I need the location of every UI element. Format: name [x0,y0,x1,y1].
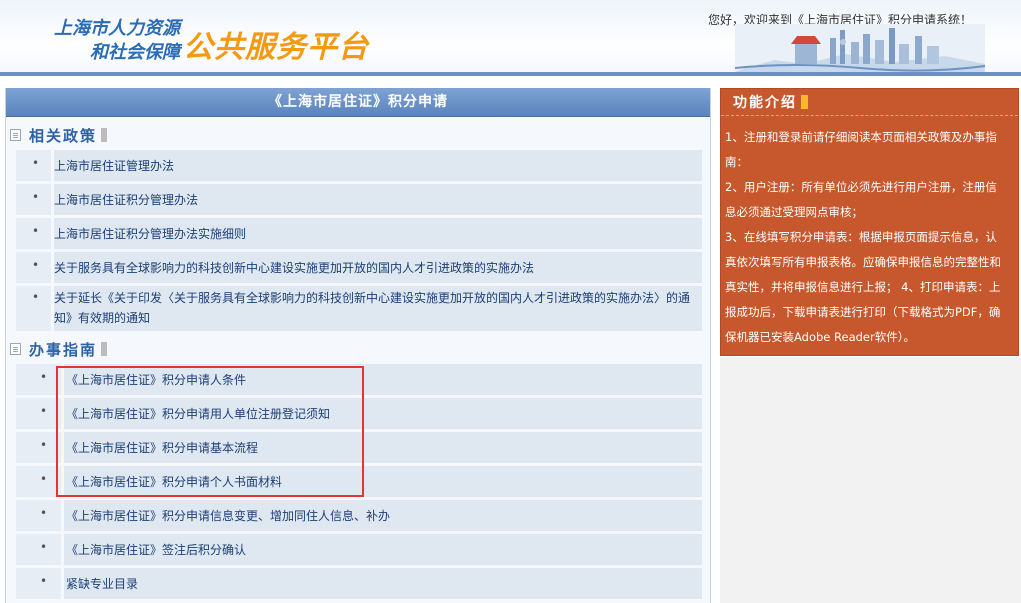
main-panel: 《上海市居住证》积分申请 相关政策 • 上海市居住证管理办法 • 上海市居住证积… [5,88,711,603]
list-item[interactable]: • 紧缺专业目录 [16,568,702,600]
bullet-icon: • [32,258,40,272]
intro-line: 报成功后，下载申请表进行打印（下载格式为PDF，确 [725,305,1001,319]
intro-line: 保机器已安装Adobe Reader软件）。 [725,330,915,344]
header-divider [0,72,1021,76]
policy-section-title: 相关政策 [29,126,98,145]
section-marker [101,128,108,142]
policy-link-continued[interactable]: 知》有效期的通知 [54,308,150,328]
feature-intro-panel: 功能介绍 1、注册和登录前请仔细阅读本页面相关政策及办事指 南： 2、用户注册：… [720,88,1019,356]
policy-link[interactable]: 上海市居住证管理办法 [54,156,174,176]
guide-section-title: 办事指南 [29,340,98,359]
bullet-icon: • [40,404,48,418]
section-marker [801,95,808,109]
intro-line: 南： [725,155,748,169]
bullet-icon: • [32,156,40,170]
list-item[interactable]: • 上海市居住证积分管理办法实施细则 [16,218,702,250]
bullet-icon: • [32,290,40,304]
feature-intro-body: 1、注册和登录前请仔细阅读本页面相关政策及办事指 南： 2、用户注册：所有单位必… [725,125,1017,350]
intro-line: 2、用户注册：所有单位必须先进行用户注册，注册信 [725,180,997,194]
guide-link[interactable]: 《上海市居住证》积分申请信息变更、增加同住人信息、补办 [66,506,390,526]
list-item[interactable]: • 关于延长《关于印发〈关于服务具有全球影响力的科技创新中心建设实施更加开放的国… [16,286,702,332]
shanghai-skyline-icon [735,24,985,72]
bullet-icon: • [32,224,40,238]
list-item[interactable]: • 上海市居住证管理办法 [16,150,702,182]
policy-link[interactable]: 关于延长《关于印发〈关于服务具有全球影响力的科技创新中心建设实施更加开放的国内人… [54,288,690,308]
right-empty-area [720,357,1021,603]
document-icon [10,129,21,141]
intro-line: 真依次填写所有申报表格。应确保申报信息的完整性和 [725,255,1001,269]
bullet-icon: • [40,370,48,384]
logo-main-text: 公共服务平台 [183,30,369,65]
guide-link[interactable]: 紧缺专业目录 [66,574,138,594]
list-item[interactable]: • 上海市居住证积分管理办法 [16,184,702,216]
feature-intro-heading: 功能介绍 [721,89,1018,116]
logo-line-2: 和社会保障 [90,42,180,63]
policy-link[interactable]: 上海市居住证积分管理办法 [54,190,198,210]
policy-section-heading: 相关政策 [10,124,108,146]
policy-link[interactable]: 关于服务具有全球影响力的科技创新中心建设实施更加开放的国内人才引进政策的实施办法 [54,258,534,278]
list-item[interactable]: • 《上海市居住证》签注后积分确认 [16,534,702,566]
guide-link[interactable]: 《上海市居住证》签注后积分确认 [66,540,246,560]
bullet-icon: • [40,540,48,554]
guide-section-heading: 办事指南 [10,338,108,360]
list-item[interactable]: • 《上海市居住证》积分申请信息变更、增加同住人信息、补办 [16,500,702,532]
page-title: 《上海市居住证》积分申请 [6,88,710,117]
document-icon [10,343,21,355]
bullet-icon: • [40,574,48,588]
logo-line-1: 上海市人力资源 [54,18,180,39]
bullet-icon: • [40,438,48,452]
list-item[interactable]: • 关于服务具有全球影响力的科技创新中心建设实施更加开放的国内人才引进政策的实施… [16,252,702,284]
section-marker [101,342,108,356]
intro-line: 3、在线填写积分申请表：根据申报页面提示信息，认 [725,230,997,244]
intro-line: 息必须通过受理网点审核； [725,205,863,219]
bullet-icon: • [32,190,40,204]
intro-line: 1、注册和登录前请仔细阅读本页面相关政策及办事指 [725,130,997,144]
highlight-box [56,366,364,497]
feature-intro-title: 功能介绍 [733,95,797,111]
policy-link[interactable]: 上海市居住证积分管理办法实施细则 [54,224,246,244]
bullet-icon: • [40,506,48,520]
page-header: 上海市人力资源 和社会保障 公共服务平台 您好，欢迎来到《上海市居住证》积分申请… [0,0,1021,76]
intro-line: 真实性，并将申报信息进行上报； 4、打印申请表：上 [725,280,1001,294]
bullet-icon: • [40,472,48,486]
